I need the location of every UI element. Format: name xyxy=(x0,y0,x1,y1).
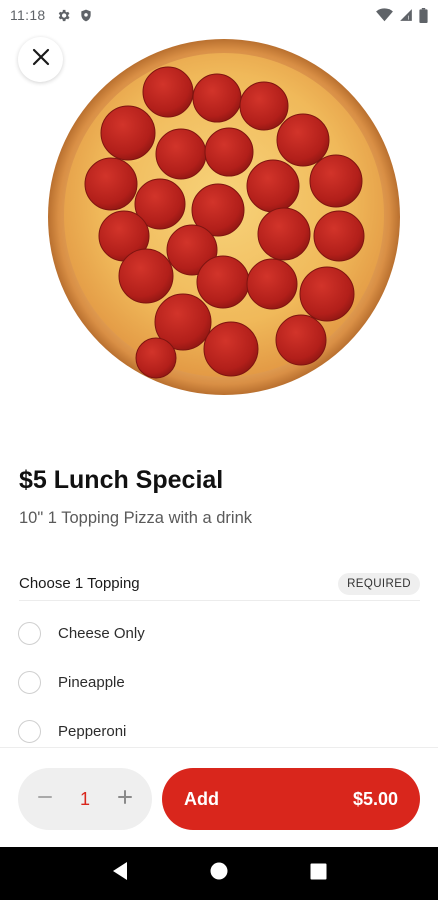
radio-button[interactable] xyxy=(18,670,41,694)
increment-button[interactable] xyxy=(114,788,136,810)
add-to-cart-button[interactable]: Add $5.00 xyxy=(162,768,420,830)
system-nav-bar xyxy=(0,847,438,900)
nav-back-button[interactable] xyxy=(111,861,129,886)
plus-icon xyxy=(117,789,133,810)
option-cheese-only[interactable]: Cheese Only xyxy=(18,613,420,653)
battery-icon xyxy=(419,7,428,23)
close-icon xyxy=(32,48,50,71)
radio-button[interactable] xyxy=(18,621,41,645)
shield-icon xyxy=(79,8,93,23)
status-right-icons xyxy=(376,7,428,23)
item-title: $5 Lunch Special xyxy=(19,466,224,494)
nav-home-button[interactable] xyxy=(210,862,228,885)
option-label: Cheese Only xyxy=(58,624,145,642)
quantity-value: 1 xyxy=(79,788,90,809)
pizza-image xyxy=(48,39,400,395)
add-button-label: Add xyxy=(184,788,219,809)
cellular-signal-icon xyxy=(399,8,413,22)
option-pepperoni[interactable]: Pepperoni xyxy=(18,711,420,751)
nav-recents-button[interactable] xyxy=(310,863,327,885)
add-button-price: $5.00 xyxy=(352,788,398,809)
option-label: Pineapple xyxy=(58,673,125,691)
radio-button[interactable] xyxy=(18,719,41,743)
item-description: 10" 1 Topping Pizza with a drink xyxy=(19,509,253,527)
status-time: 11:18 xyxy=(10,7,46,23)
option-group-header: Choose 1 Topping REQUIRED xyxy=(19,567,420,601)
option-pineapple[interactable]: Pineapple xyxy=(18,662,420,702)
required-badge: REQUIRED xyxy=(338,572,420,595)
wifi-icon xyxy=(376,8,393,22)
minus-icon xyxy=(37,789,53,810)
option-label: Pepperoni xyxy=(58,722,127,740)
home-icon xyxy=(210,862,228,885)
close-button[interactable] xyxy=(18,37,63,82)
decrement-button[interactable] xyxy=(34,788,56,810)
recents-icon xyxy=(310,863,327,885)
item-hero xyxy=(0,30,438,425)
option-group-title: Choose 1 Topping xyxy=(19,575,140,592)
back-icon xyxy=(111,861,129,886)
status-left-icons xyxy=(56,8,93,23)
quantity-stepper: 1 xyxy=(18,768,152,830)
status-bar: 11:18 xyxy=(0,0,438,30)
gear-icon xyxy=(56,8,71,23)
bottom-action-bar: 1 Add $5.00 xyxy=(0,747,438,847)
